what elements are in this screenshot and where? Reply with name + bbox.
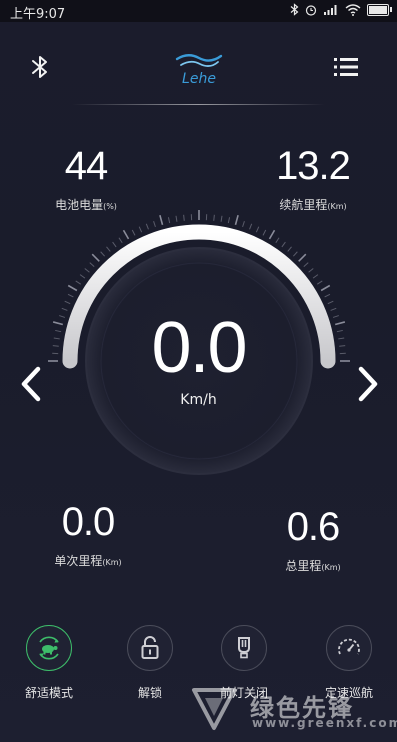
gauge-tick — [159, 214, 164, 226]
mode-comfort-label: 舒适模式 — [24, 686, 73, 700]
gauge-tick — [67, 284, 78, 292]
lightbulb-icon — [238, 637, 250, 659]
gauge-tick — [298, 253, 307, 262]
headlight-circle[interactable] — [221, 625, 267, 671]
gauge-tick — [308, 268, 314, 273]
gauge-tick — [79, 274, 86, 279]
gauge-tick — [138, 226, 143, 233]
gauge-tick — [292, 251, 298, 257]
trip-value: 0.0 — [61, 500, 116, 544]
gauge-tick — [320, 284, 331, 292]
watermark-url: www.greenxf.com — [252, 716, 397, 730]
unlock-circle[interactable] — [127, 625, 173, 671]
unlock-icon — [141, 636, 159, 659]
gauge-tick — [91, 253, 100, 262]
gauge-tick — [175, 215, 178, 222]
gauge-tick — [112, 241, 117, 248]
gauge-tick — [275, 237, 280, 244]
gauge-tick — [167, 217, 171, 224]
gauge-tick — [262, 229, 267, 236]
gauge-tick — [324, 293, 331, 298]
gauge-tick — [100, 251, 106, 257]
mode-comfort-circle[interactable] — [26, 625, 72, 671]
gauge-tick — [249, 223, 253, 230]
gauge-tick — [145, 223, 149, 230]
speedometer-icon — [338, 638, 360, 655]
gauge-tick — [67, 293, 74, 298]
gauge-tick — [287, 246, 292, 252]
prev-arrow-icon[interactable] — [16, 364, 46, 404]
gauge-tick — [242, 221, 245, 228]
turtle-icon — [39, 636, 59, 660]
speed-value: 0.0 — [151, 308, 247, 388]
gauge-tick — [106, 246, 111, 252]
watermark-logo-icon — [192, 688, 236, 730]
total-label: 总里程(Km) — [285, 559, 341, 573]
gauge-tick — [312, 274, 319, 279]
gauge-tick — [268, 229, 276, 240]
trip-label: 单次里程(Km) — [54, 554, 122, 568]
gauge-tick — [61, 307, 68, 311]
unlock-label: 解锁 — [137, 686, 162, 700]
mode-comfort-button[interactable]: 舒适模式 — [14, 625, 84, 701]
gauge-tick — [234, 214, 239, 226]
gauge-tick — [84, 268, 90, 273]
total-value: 0.6 — [286, 505, 341, 549]
gauge-tick — [183, 214, 185, 221]
gauge-tick — [281, 241, 286, 248]
gauge-tick — [64, 300, 71, 305]
total-stat: 0.6 总里程(Km) — [255, 507, 371, 574]
next-arrow-icon[interactable] — [353, 364, 383, 404]
cruise-control-circle[interactable] — [326, 625, 372, 671]
gauge-tick — [330, 307, 337, 311]
gauge-tick — [255, 226, 260, 233]
gauge-tick — [303, 262, 309, 268]
gauge-tick — [316, 280, 323, 285]
trip-stat: 0.0 单次里程(Km) — [30, 502, 146, 569]
speed-unit: Km/h — [180, 392, 217, 408]
gauge-tick — [89, 262, 95, 268]
gauge-tick — [213, 214, 215, 221]
gauge-tick — [220, 215, 223, 222]
gauge-tick — [122, 229, 130, 240]
gauge-tick — [75, 280, 82, 285]
gauge-tick — [227, 217, 231, 224]
unlock-button[interactable]: 解锁 — [115, 625, 185, 701]
gauge-tick — [153, 221, 156, 228]
gauge-tick — [118, 237, 123, 244]
gauge-tick — [327, 300, 334, 305]
gauge-tick — [131, 229, 136, 236]
